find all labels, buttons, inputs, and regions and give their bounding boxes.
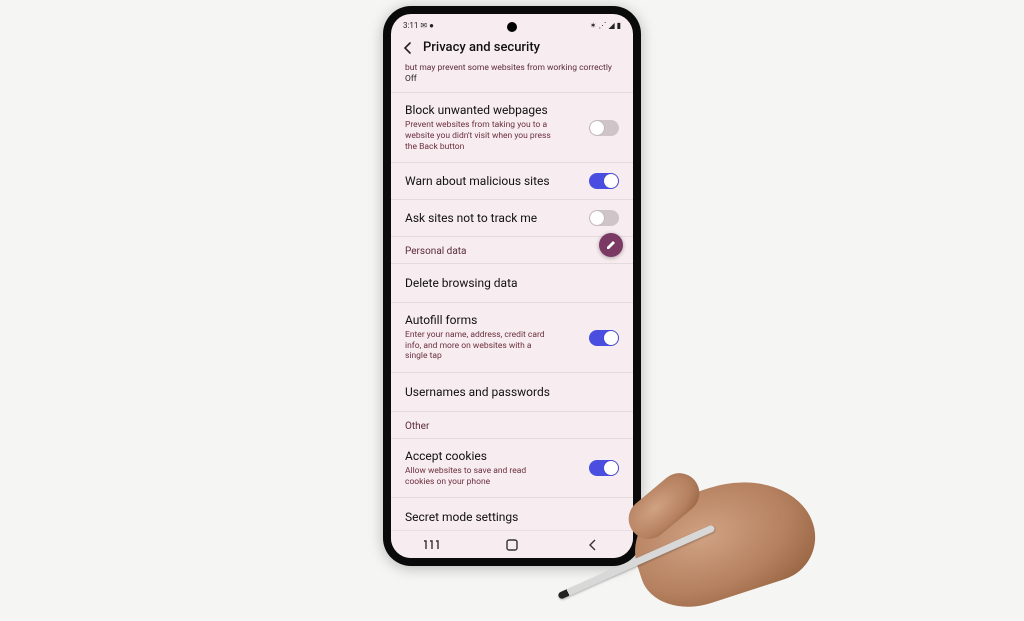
toggle-accept-cookies[interactable]	[589, 460, 619, 476]
front-camera	[507, 22, 517, 32]
toggle-block-unwanted[interactable]	[589, 120, 619, 136]
nav-back-icon[interactable]	[581, 537, 605, 553]
nav-recents-icon[interactable]	[419, 537, 443, 553]
row-do-not-track[interactable]: Ask sites not to track me	[391, 200, 633, 237]
title-bar: Privacy and security	[391, 34, 633, 63]
edit-fab[interactable]	[599, 233, 623, 257]
back-icon[interactable]	[401, 41, 415, 55]
status-left-icons: ✉ ●	[420, 21, 434, 30]
row-block-unwanted-webpages[interactable]: Block unwanted webpages Prevent websites…	[391, 93, 633, 163]
status-time: 3:11	[403, 21, 418, 30]
row-autofill-forms[interactable]: Autofill forms Enter your name, address,…	[391, 303, 633, 373]
settings-list[interactable]: but may prevent some websites from worki…	[391, 63, 633, 530]
android-nav-bar	[391, 530, 633, 558]
row-secret-mode-settings[interactable]: Secret mode settings	[391, 498, 633, 530]
status-right-icons: ✶ ⋰ ◢ ▮	[590, 21, 621, 30]
partial-scrolled-item[interactable]: but may prevent some websites from worki…	[391, 63, 633, 93]
toggle-autofill-forms[interactable]	[589, 330, 619, 346]
row-usernames-passwords[interactable]: Usernames and passwords	[391, 373, 633, 412]
section-other: Other	[391, 412, 633, 439]
row-delete-browsing-data[interactable]: Delete browsing data	[391, 264, 633, 303]
section-personal-data: Personal data	[391, 237, 633, 264]
phone-screen: 3:11 ✉ ● ✶ ⋰ ◢ ▮ Privacy and security bu…	[391, 14, 633, 558]
page-title: Privacy and security	[423, 40, 540, 55]
row-warn-malicious-sites[interactable]: Warn about malicious sites	[391, 163, 633, 200]
toggle-do-not-track[interactable]	[589, 210, 619, 226]
row-accept-cookies[interactable]: Accept cookies Allow websites to save an…	[391, 439, 633, 498]
toggle-warn-malicious[interactable]	[589, 173, 619, 189]
nav-home-icon[interactable]	[500, 537, 524, 553]
phone-frame: 3:11 ✉ ● ✶ ⋰ ◢ ▮ Privacy and security bu…	[383, 6, 641, 566]
